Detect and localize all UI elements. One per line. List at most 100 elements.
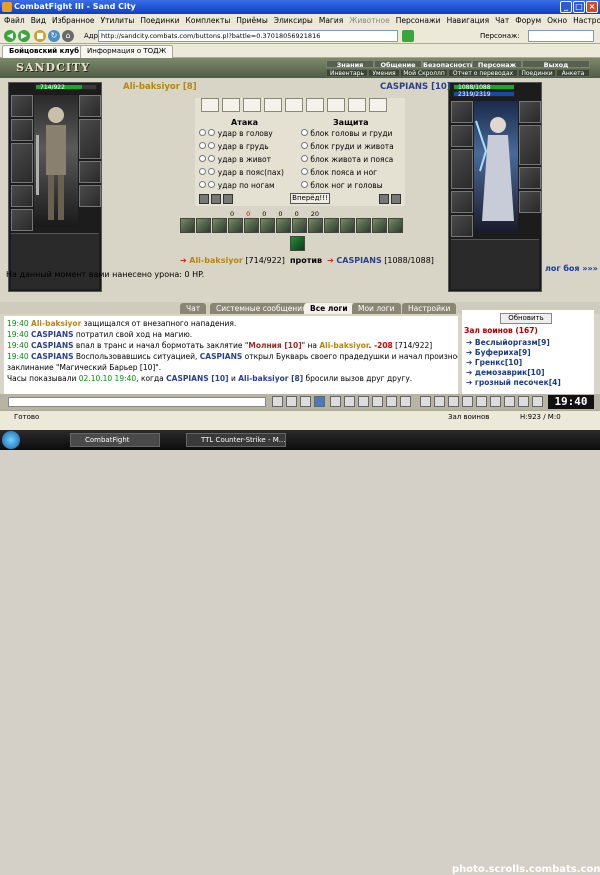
scroll-slot[interactable] (306, 98, 324, 112)
smiley-icon[interactable] (272, 396, 283, 407)
defense-option-1[interactable]: блок головы и груди (301, 129, 394, 138)
filter-icon[interactable] (300, 396, 311, 407)
armor-slot[interactable] (11, 143, 33, 183)
vs-left-name[interactable]: Ali-baksiyor (189, 256, 243, 265)
nav-scroll[interactable]: Мой Скроллп (400, 69, 448, 77)
nav-knowledge[interactable]: Знания (326, 60, 374, 69)
nav-skills[interactable]: Умения (368, 69, 400, 77)
lock-icon[interactable] (199, 194, 209, 204)
helmet-slot[interactable] (11, 95, 33, 117)
menu-item[interactable]: Эликсиры (274, 16, 313, 28)
tab-info[interactable]: Информация о ТОДЖ (80, 45, 174, 58)
channel-icon[interactable] (358, 396, 369, 407)
action-icon[interactable] (504, 396, 515, 407)
lock-icon[interactable] (211, 194, 221, 204)
action-icon[interactable] (462, 396, 473, 407)
scroll-slot[interactable] (369, 98, 387, 112)
menu-item[interactable]: Вид (31, 16, 46, 28)
channel-icon[interactable] (344, 396, 355, 407)
home-icon[interactable]: ⌂ (62, 30, 74, 42)
action-icon[interactable] (434, 396, 445, 407)
attack-option-belly[interactable]: удар в живот (199, 155, 284, 164)
nav-transfers[interactable]: Отчет о переводах (448, 69, 518, 77)
skill-icon[interactable] (260, 218, 275, 233)
active-skill-icon[interactable] (290, 236, 305, 251)
back-icon[interactable]: ◀ (4, 30, 16, 42)
close-icon[interactable]: × (586, 1, 598, 13)
tab-club[interactable]: Бойцовский клуб (2, 45, 86, 58)
shield-slot[interactable] (519, 125, 541, 165)
left-fighter-avatar[interactable] (34, 95, 78, 227)
refresh-button[interactable]: Обновить (500, 313, 552, 324)
skill-icon[interactable] (196, 218, 211, 233)
ring-slot[interactable] (519, 167, 541, 189)
defense-option-4[interactable]: блок пояса и ног (301, 168, 394, 177)
menu-item[interactable]: Комплекты (186, 16, 231, 28)
action-icon[interactable] (518, 396, 529, 407)
send-icon[interactable] (314, 396, 325, 407)
skill-icon[interactable] (340, 218, 355, 233)
menu-item[interactable]: Форум (515, 16, 541, 28)
tab-system[interactable]: Системные сообщения (210, 303, 313, 314)
channel-icon[interactable] (372, 396, 383, 407)
ring-slot[interactable] (79, 161, 101, 183)
menu-item[interactable]: Животное (349, 16, 389, 28)
skill-icon[interactable] (276, 218, 291, 233)
battle-log-link[interactable]: лог боя »»» (545, 264, 598, 273)
skill-icon[interactable] (292, 218, 307, 233)
lock-icon[interactable] (223, 194, 233, 204)
nav-chat[interactable]: Общение (374, 60, 422, 69)
skill-icon[interactable] (372, 218, 387, 233)
menu-item[interactable]: Поединки (140, 16, 179, 28)
lock-icon[interactable] (391, 194, 401, 204)
menu-item[interactable]: Чат (495, 16, 509, 28)
person-select[interactable] (528, 30, 594, 42)
skill-icon[interactable] (388, 218, 403, 233)
vs-right-name[interactable]: CASPIANS (336, 256, 381, 265)
menu-item[interactable]: Персонажи (396, 16, 441, 28)
attack-option-legs[interactable]: удар по ногам (199, 181, 284, 190)
player-entry[interactable]: ➔ грозный песочек[4] (466, 378, 561, 388)
action-icon[interactable] (448, 396, 459, 407)
scroll-slot[interactable] (243, 98, 261, 112)
skill-icon[interactable] (308, 218, 323, 233)
chat-input[interactable] (8, 397, 266, 407)
weapon-slot[interactable] (11, 119, 33, 141)
nav-profile[interactable]: Анкета (556, 69, 590, 77)
forward-button[interactable]: Вперёд!!! (290, 193, 330, 204)
action-icon[interactable] (532, 396, 543, 407)
defense-option-5[interactable]: блок ног и головы (301, 181, 394, 190)
refresh-icon[interactable]: ↻ (48, 30, 60, 42)
clear-icon[interactable] (286, 396, 297, 407)
boots-slot[interactable] (79, 185, 101, 207)
scroll-slot[interactable] (285, 98, 303, 112)
action-icon[interactable] (490, 396, 501, 407)
defense-option-3[interactable]: блок живота и пояса (301, 155, 394, 164)
tab-my-logs[interactable]: Мои логи (352, 303, 401, 314)
amulet-slot[interactable] (519, 101, 541, 123)
scroll-slot[interactable] (264, 98, 282, 112)
address-input[interactable]: http://sandcity.combats.com/buttons.pl?b… (98, 30, 398, 42)
belt-slot[interactable] (11, 185, 33, 207)
lock-icon[interactable] (379, 194, 389, 204)
menu-item[interactable]: Окно (547, 16, 567, 28)
maximize-icon[interactable]: □ (573, 1, 585, 13)
defense-option-2[interactable]: блок груди и живота (301, 142, 394, 151)
nav-duels[interactable]: Поединки (518, 69, 556, 77)
attack-option-groin[interactable]: удар в пояс(пах) (199, 168, 284, 177)
player-entry[interactable]: ➔ Гренкс[10] (466, 358, 561, 368)
minimize-icon[interactable]: _ (560, 1, 572, 13)
gloves-slot[interactable] (11, 209, 33, 231)
armor-slot[interactable] (451, 149, 473, 189)
tab-settings[interactable]: Настройки (402, 303, 457, 314)
channel-icon[interactable] (400, 396, 411, 407)
menu-item[interactable]: Избранное (52, 16, 95, 28)
player-entry[interactable]: ➔ Веслыйоргазм[9] (466, 338, 561, 348)
action-icon[interactable] (420, 396, 431, 407)
tab-all-logs[interactable]: Все логи (304, 303, 354, 314)
helmet-slot[interactable] (451, 101, 473, 123)
nav-inventory[interactable]: Инвентарь (326, 69, 368, 77)
forward-icon[interactable]: ▶ (18, 30, 30, 42)
shield-slot[interactable] (79, 119, 101, 159)
taskbar-item-cs[interactable]: TTL Counter-Strike - M... (186, 433, 286, 447)
